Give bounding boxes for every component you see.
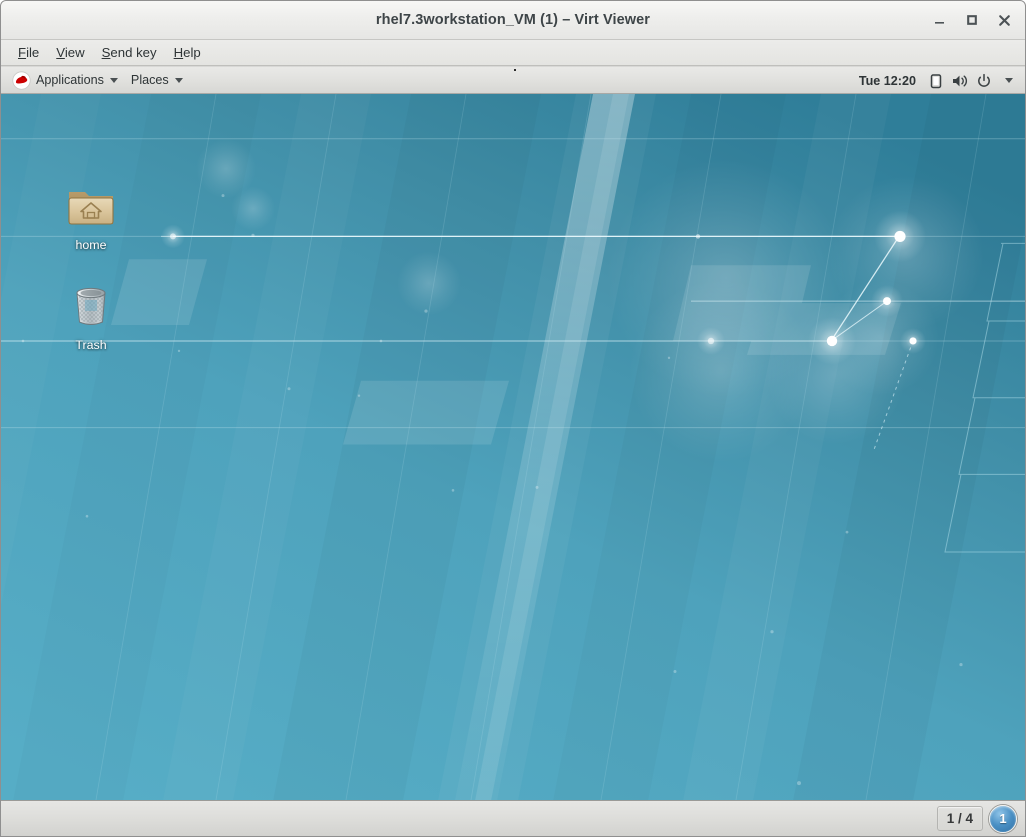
minimize-button[interactable] — [925, 6, 955, 34]
power-icon — [978, 73, 990, 87]
panel-clock[interactable]: Tue 12:20 — [852, 74, 923, 88]
desktop-wallpaper — [1, 94, 1025, 800]
window-controls — [925, 1, 1019, 39]
close-icon — [998, 14, 1010, 26]
close-button[interactable] — [989, 6, 1019, 34]
home-folder-icon-wrap — [49, 178, 133, 234]
maximize-icon — [967, 15, 977, 25]
desktop-icon-trash-label: Trash — [75, 338, 107, 352]
window-titlebar[interactable]: rhel7.3workstation_VM (1) – Virt Viewer — [1, 1, 1025, 40]
maximize-button[interactable] — [957, 6, 987, 34]
menu-bar: File View Send key Help — [1, 40, 1025, 66]
panel-left-group: Applications Places — [1, 68, 191, 93]
chevron-down-icon — [174, 77, 183, 83]
chevron-down-icon — [109, 77, 118, 83]
display-icon-button[interactable] — [925, 70, 947, 92]
redhat-logo-icon — [12, 70, 31, 90]
volume-icon — [953, 75, 968, 86]
vm-display-area[interactable]: Applications Places Tue 12:20 home Trash — [1, 66, 1025, 800]
menu-send-key-label: end key — [110, 45, 157, 60]
workspace-badge[interactable]: 1 — [989, 804, 1017, 833]
chevron-down-icon — [1004, 78, 1013, 83]
menu-help-label: elp — [183, 45, 201, 60]
places-menu-label: Places — [130, 73, 169, 87]
menu-file[interactable]: File — [10, 43, 48, 62]
volume-icon-button[interactable] — [949, 70, 971, 92]
menu-file-label: ile — [26, 45, 40, 60]
mouse-cursor — [514, 69, 516, 71]
menu-help[interactable]: Help — [166, 43, 210, 62]
virt-viewer-window: rhel7.3workstation_VM (1) – Virt Viewer … — [0, 0, 1026, 837]
minimize-icon — [935, 22, 944, 24]
trash-can-icon — [76, 287, 106, 325]
menu-view[interactable]: View — [48, 43, 93, 62]
places-menu[interactable]: Places — [126, 70, 191, 90]
system-menu-button[interactable] — [997, 70, 1019, 92]
menu-view-mnemonic: V — [56, 45, 65, 60]
trash-can-icon-wrap — [49, 278, 133, 334]
home-folder-icon — [68, 192, 114, 225]
desktop-icon-home[interactable]: home — [49, 178, 133, 252]
window-title: rhel7.3workstation_VM (1) – Virt Viewer — [375, 12, 651, 28]
display-icon — [930, 73, 942, 88]
power-icon-button[interactable] — [973, 70, 995, 92]
menu-file-mnemonic: F — [18, 45, 27, 60]
desktop-icon-trash[interactable]: Trash — [49, 278, 133, 352]
workspace-switcher[interactable]: 1 / 4 — [936, 806, 983, 831]
applications-menu-label: Applications — [36, 73, 104, 87]
menu-view-label: iew — [64, 45, 85, 60]
gnome-bottom-taskbar: 1 / 4 1 — [1, 800, 1025, 836]
desktop-icon-home-label: home — [75, 238, 107, 252]
menu-help-mnemonic: H — [173, 45, 184, 60]
applications-menu[interactable]: Applications — [7, 68, 126, 93]
panel-right-group: Tue 12:20 — [852, 67, 1025, 94]
gnome-top-panel: Applications Places Tue 12:20 — [1, 67, 1025, 94]
menu-send-key[interactable]: Send key — [94, 43, 166, 62]
wallpaper-graphic — [1, 94, 1025, 800]
